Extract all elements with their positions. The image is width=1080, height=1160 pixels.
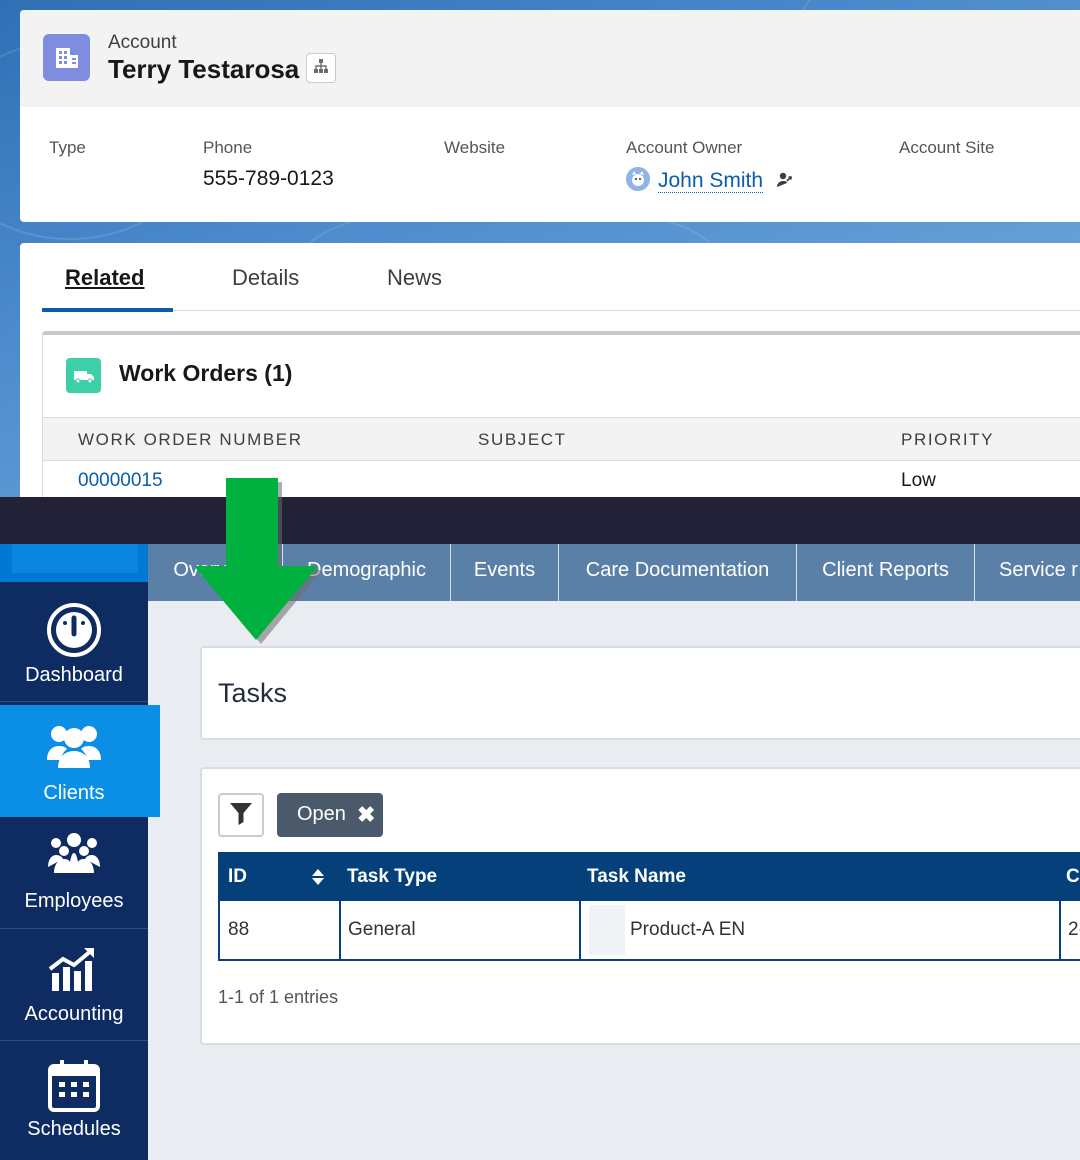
tab-details[interactable]: Details (232, 265, 299, 291)
task-name: Product-A EN (630, 919, 746, 940)
app-top-bar (0, 497, 1080, 544)
phone-value[interactable]: 555-789-0123 (203, 167, 334, 191)
sidebar-item-dashboard[interactable]: Dashboard (0, 590, 148, 702)
column-header-subject[interactable]: SUBJECT (478, 430, 567, 450)
page-title: Tasks (218, 678, 288, 708)
task-created: 2( (1068, 919, 1080, 940)
record-tabs: Related Details News (42, 243, 1080, 312)
field-account-owner: Account Owner John Smith (626, 138, 793, 195)
account-owner-link[interactable]: John Smith (658, 169, 764, 193)
column-header-id[interactable]: ID (228, 866, 247, 888)
tab-events[interactable]: Events (451, 544, 559, 601)
work-order-priority: Low (901, 470, 936, 491)
account-highlights: Account Terry Testarosa Type Phone 555-7… (20, 10, 1080, 222)
down-arrow-annotation-icon (194, 478, 322, 644)
sort-icon[interactable] (311, 868, 325, 892)
field-type: Type (49, 138, 86, 167)
field-label: Type (49, 138, 86, 157)
work-orders-related-list: Work Orders (1) WORK ORDER NUMBER SUBJEC… (42, 331, 1080, 497)
tasks-table: ID Task Type Task Name Cr 88 General Pro… (218, 852, 1080, 961)
account-name: Terry Testarosa (108, 54, 300, 84)
column-header-priority[interactable]: PRIORITY (901, 430, 994, 450)
field-label: Website (444, 138, 506, 157)
column-header-work-order-number[interactable]: WORK ORDER NUMBER (78, 430, 303, 450)
tasks-table-card: Open ✖ ID Task Type Task Name Cr 88 Gene… (200, 767, 1080, 1045)
owner-avatar-icon (626, 167, 650, 191)
record-type-label: Account (108, 32, 177, 53)
table-header: WORK ORDER NUMBER SUBJECT PRIORITY (43, 417, 1080, 461)
sidebar-item-clients[interactable]: Clients (0, 705, 160, 817)
field-label: Account Owner (626, 138, 743, 157)
dashboard-gauge-icon (0, 602, 148, 658)
tasks-header-card: Tasks (200, 646, 1080, 740)
sidebar-logo-area (0, 544, 148, 582)
care-management-app: Overview Demographic Events Care Documen… (0, 497, 1080, 1160)
salesforce-account-panel: Account Terry Testarosa Type Phone 555-7… (0, 0, 1080, 497)
remove-filter-icon[interactable]: ✖ (357, 802, 375, 828)
tab-client-reports[interactable]: Client Reports (797, 544, 975, 601)
task-type: General (348, 919, 416, 940)
tab-care-documentation[interactable]: Care Documentation (559, 544, 797, 601)
sidebar: Dashboard Clients Employees Accounting S… (0, 582, 160, 1160)
tab-service[interactable]: Service r (975, 544, 1080, 601)
sidebar-item-label: Accounting (24, 1003, 124, 1025)
account-header: Account Terry Testarosa (20, 10, 1080, 107)
field-website: Website (444, 138, 505, 167)
sidebar-item-label: Employees (24, 890, 124, 912)
employees-icon (0, 831, 148, 875)
column-header-task-name[interactable]: Task Name (587, 866, 686, 888)
sidebar-item-label: Clients (43, 782, 105, 804)
column-header-task-type[interactable]: Task Type (347, 866, 437, 888)
clients-group-icon (0, 720, 148, 770)
calendar-icon (0, 1058, 148, 1114)
filter-button[interactable] (218, 793, 264, 837)
filter-chip-label: Open (297, 803, 346, 825)
table-header: ID Task Type Task Name Cr (218, 852, 1080, 901)
field-label: Phone (203, 138, 253, 157)
related-list-header: Work Orders (1) (43, 335, 1080, 417)
tab-related[interactable]: Related (65, 265, 144, 291)
account-building-icon (43, 34, 90, 81)
field-account-site: Account Site (899, 138, 994, 167)
tab-news[interactable]: News (387, 265, 442, 291)
work-order-number-link[interactable]: 00000015 (78, 470, 163, 492)
view-hierarchy-button[interactable] (306, 53, 336, 83)
filter-funnel-icon (228, 800, 254, 831)
status-filter-chip[interactable]: Open ✖ (277, 793, 383, 837)
sidebar-item-accounting[interactable]: Accounting (0, 929, 148, 1041)
column-header-created[interactable]: Cr (1066, 866, 1080, 888)
sidebar-item-label: Dashboard (25, 664, 123, 686)
sidebar-item-label: Schedules (27, 1118, 121, 1140)
field-phone: Phone 555-789-0123 (203, 138, 334, 191)
owner-value: John Smith (626, 167, 793, 195)
task-id: 88 (228, 919, 250, 940)
field-label: Account Site (899, 138, 995, 157)
sidebar-item-employees[interactable]: Employees (0, 817, 148, 929)
accounting-chart-icon (0, 945, 148, 995)
table-row[interactable]: 88 General Product-A EN 2( (218, 901, 1080, 961)
related-card: Related Details News Work Orders (1) WOR… (20, 243, 1080, 497)
sidebar-item-schedules[interactable]: Schedules (0, 1041, 148, 1153)
related-list-title[interactable]: Work Orders (1) (119, 360, 292, 387)
change-owner-icon[interactable] (775, 171, 793, 195)
table-entries-count: 1-1 of 1 entries (218, 987, 339, 1007)
hierarchy-icon (313, 58, 329, 79)
active-tab-indicator (42, 308, 173, 312)
work-order-van-icon (66, 358, 101, 393)
